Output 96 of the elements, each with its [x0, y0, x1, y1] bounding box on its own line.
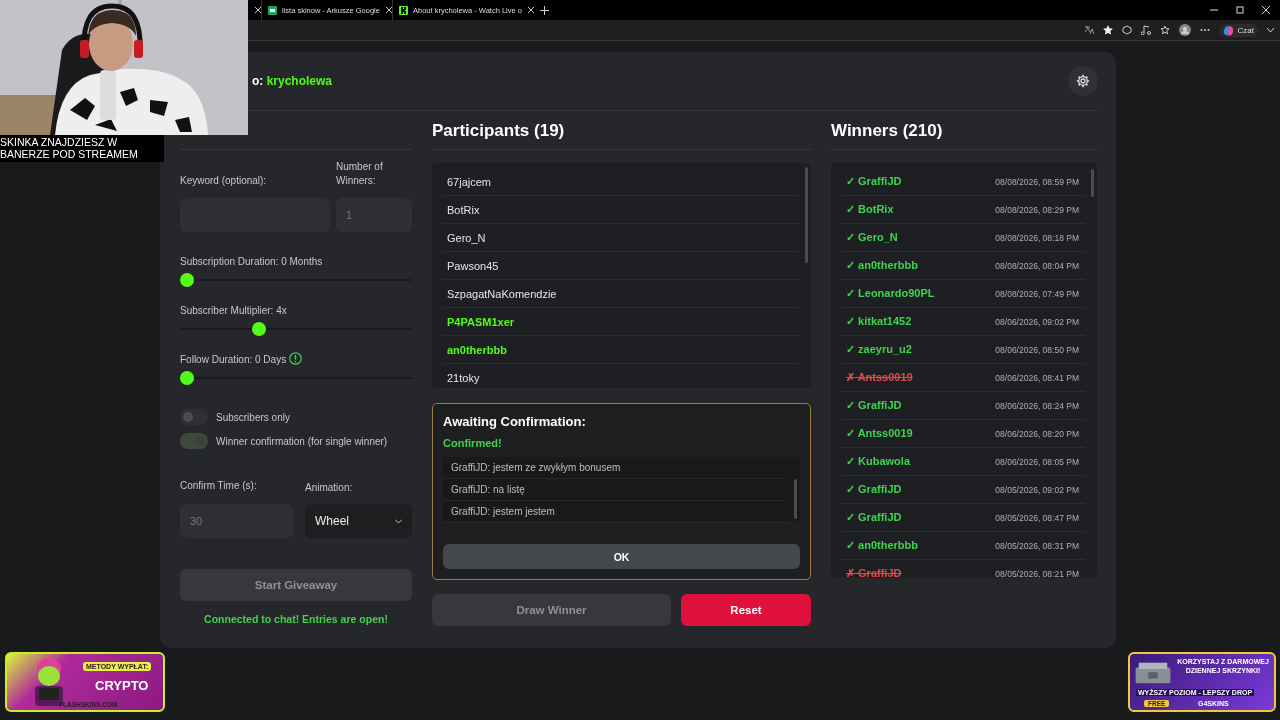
toggle-switch[interactable] — [180, 409, 208, 425]
slider-track[interactable] — [180, 322, 412, 336]
chat-message: GraffiJD: na listę — [443, 479, 786, 501]
confirmed-text: Confirmed! — [443, 437, 503, 449]
winner-date: 08/05/2026, 09:02 PM — [995, 484, 1079, 495]
sheets-icon — [268, 5, 277, 15]
chat-message: GraffiJD: jestem ze zwykłym bonusem — [443, 457, 786, 479]
close-icon[interactable] — [527, 7, 534, 13]
winner-date: 08/08/2026, 08:59 PM — [995, 176, 1079, 187]
reset-button[interactable]: Reset — [681, 594, 811, 626]
close-icon[interactable] — [255, 7, 261, 13]
winner-date: 08/08/2026, 08:18 PM — [995, 232, 1079, 243]
favorites-icon[interactable] — [1159, 25, 1170, 35]
winner-name: ✓ BotRix — [846, 203, 894, 216]
ok-button[interactable]: OK — [443, 544, 800, 569]
restore-icon[interactable] — [1236, 6, 1244, 14]
scrollbar[interactable] — [805, 167, 808, 263]
channel-label: o: krycholewa — [252, 74, 333, 88]
avatar-icon[interactable] — [1178, 24, 1191, 36]
winner-name: ✓ Antss0019 — [846, 427, 913, 440]
caption-text: SKINKA ZNAJDZIESZ W BANERZE POD STREAMEM — [0, 135, 164, 162]
number-field[interactable]: 30 — [180, 504, 293, 538]
field-label: Confirm Time (s): — [180, 479, 258, 493]
animation-select[interactable]: Wheel — [305, 504, 412, 538]
winner-name: ✓ GraffiJD — [846, 399, 902, 412]
winner-name: ✗ Antss0019 — [846, 371, 913, 384]
participant-name[interactable]: Gero_N — [442, 224, 799, 252]
close-icon[interactable] — [385, 7, 392, 13]
k-logo-icon — [398, 5, 408, 15]
copilot-button[interactable]: Czat — [1218, 23, 1258, 37]
music-icon[interactable] — [1140, 25, 1151, 35]
ad-title: CRYPTO — [95, 678, 149, 693]
scrollbar[interactable] — [1091, 169, 1094, 197]
slider-label: Subscriber Multiplier: 4x — [180, 305, 287, 316]
participant-name[interactable]: P4PASM1xer — [442, 308, 799, 336]
star-icon[interactable] — [1102, 25, 1113, 35]
slider-thumb[interactable] — [180, 273, 194, 287]
winner-name: ✓ kitkat1452 — [846, 315, 912, 328]
winner-date: 08/06/2026, 08:50 PM — [995, 344, 1079, 355]
chevron-down-icon[interactable] — [1267, 27, 1274, 33]
participant-name[interactable]: SzpagatNaKomendzie — [442, 280, 799, 308]
section-title: Participants (19) — [432, 111, 811, 150]
winner-name: ✗ GraffiJD — [846, 567, 902, 578]
participant-name[interactable]: an0therbbb — [442, 336, 799, 364]
winner-name: ✓ GraffiJD — [846, 483, 902, 496]
winner-name: ✓ GraffiJD — [846, 511, 902, 524]
winner-name: ✓ an0therbbb — [846, 259, 918, 272]
toggle-switch[interactable] — [180, 433, 208, 449]
translate-icon[interactable] — [1083, 25, 1094, 35]
winner-name: ✓ Kubawola — [846, 455, 910, 468]
winner-name: ✓ Gero_N — [846, 231, 898, 244]
winner-date: 08/06/2026, 08:20 PM — [995, 428, 1079, 439]
winner-name: ✓ Leonardo90PL — [846, 287, 935, 300]
field-label: Number of Winners: — [336, 160, 384, 188]
panel-title: Awaiting Confirmation: — [443, 414, 587, 429]
slider-label: Subscription Duration: 0 Months — [180, 256, 323, 267]
slider-thumb[interactable] — [180, 371, 194, 385]
participant-name[interactable]: 21toky — [442, 364, 799, 388]
slider-track[interactable] — [180, 371, 412, 385]
status-text: Connected to chat! Entries are open! — [203, 613, 389, 625]
more-icon[interactable] — [1199, 28, 1210, 32]
winner-date: 08/08/2026, 08:04 PM — [995, 260, 1079, 271]
slider-track[interactable] — [180, 273, 412, 287]
field-label: Animation: — [305, 481, 354, 495]
winner-name: ✓ zaeyru_u2 — [846, 343, 912, 356]
toggle-label: Subscribers only — [216, 411, 290, 423]
winner-date: 08/05/2026, 08:47 PM — [995, 512, 1079, 523]
close-icon[interactable] — [1262, 6, 1270, 14]
chat-message: GraffiJD: jestem jestem — [443, 501, 786, 523]
participant-name[interactable]: BotRix — [442, 196, 799, 224]
winner-date: 08/06/2026, 08:41 PM — [995, 372, 1079, 383]
winner-name: ✓ an0therbbb — [846, 539, 918, 552]
section-title: Winners (210) — [831, 111, 1097, 150]
field-label: Keyword (optional): — [180, 174, 268, 188]
winner-date: 08/05/2026, 08:31 PM — [995, 540, 1079, 551]
number-field[interactable]: 1 — [336, 198, 412, 232]
slider-label: Follow Duration: 0 Days — [180, 354, 287, 365]
toggle-label: Winner confirmation (for single winner) — [216, 435, 388, 447]
winner-date: 08/08/2026, 08:29 PM — [995, 204, 1079, 215]
minimize-icon[interactable] — [1210, 6, 1218, 14]
copilot-icon — [1222, 24, 1234, 36]
chevron-down-icon — [395, 518, 402, 524]
slider-thumb[interactable] — [251, 322, 266, 336]
participant-name[interactable]: 67jajcem — [442, 168, 799, 196]
scrollbar[interactable] — [794, 479, 797, 519]
winner-name: ✓ GraffiJD — [846, 175, 902, 188]
winner-date: 08/06/2026, 08:05 PM — [995, 456, 1079, 467]
winner-date: 08/08/2026, 07:49 PM — [995, 288, 1079, 299]
winner-date: 08/06/2026, 09:02 PM — [995, 316, 1079, 327]
settings-icon — [1076, 74, 1090, 88]
settings-button[interactable] — [1068, 66, 1098, 96]
winner-date: 08/05/2026, 08:21 PM — [995, 568, 1079, 578]
winner-date: 08/06/2026, 08:24 PM — [995, 400, 1079, 411]
participant-name[interactable]: Pawson45 — [442, 252, 799, 280]
extension-icon[interactable] — [1121, 25, 1132, 35]
new-tab-icon[interactable] — [539, 5, 549, 15]
